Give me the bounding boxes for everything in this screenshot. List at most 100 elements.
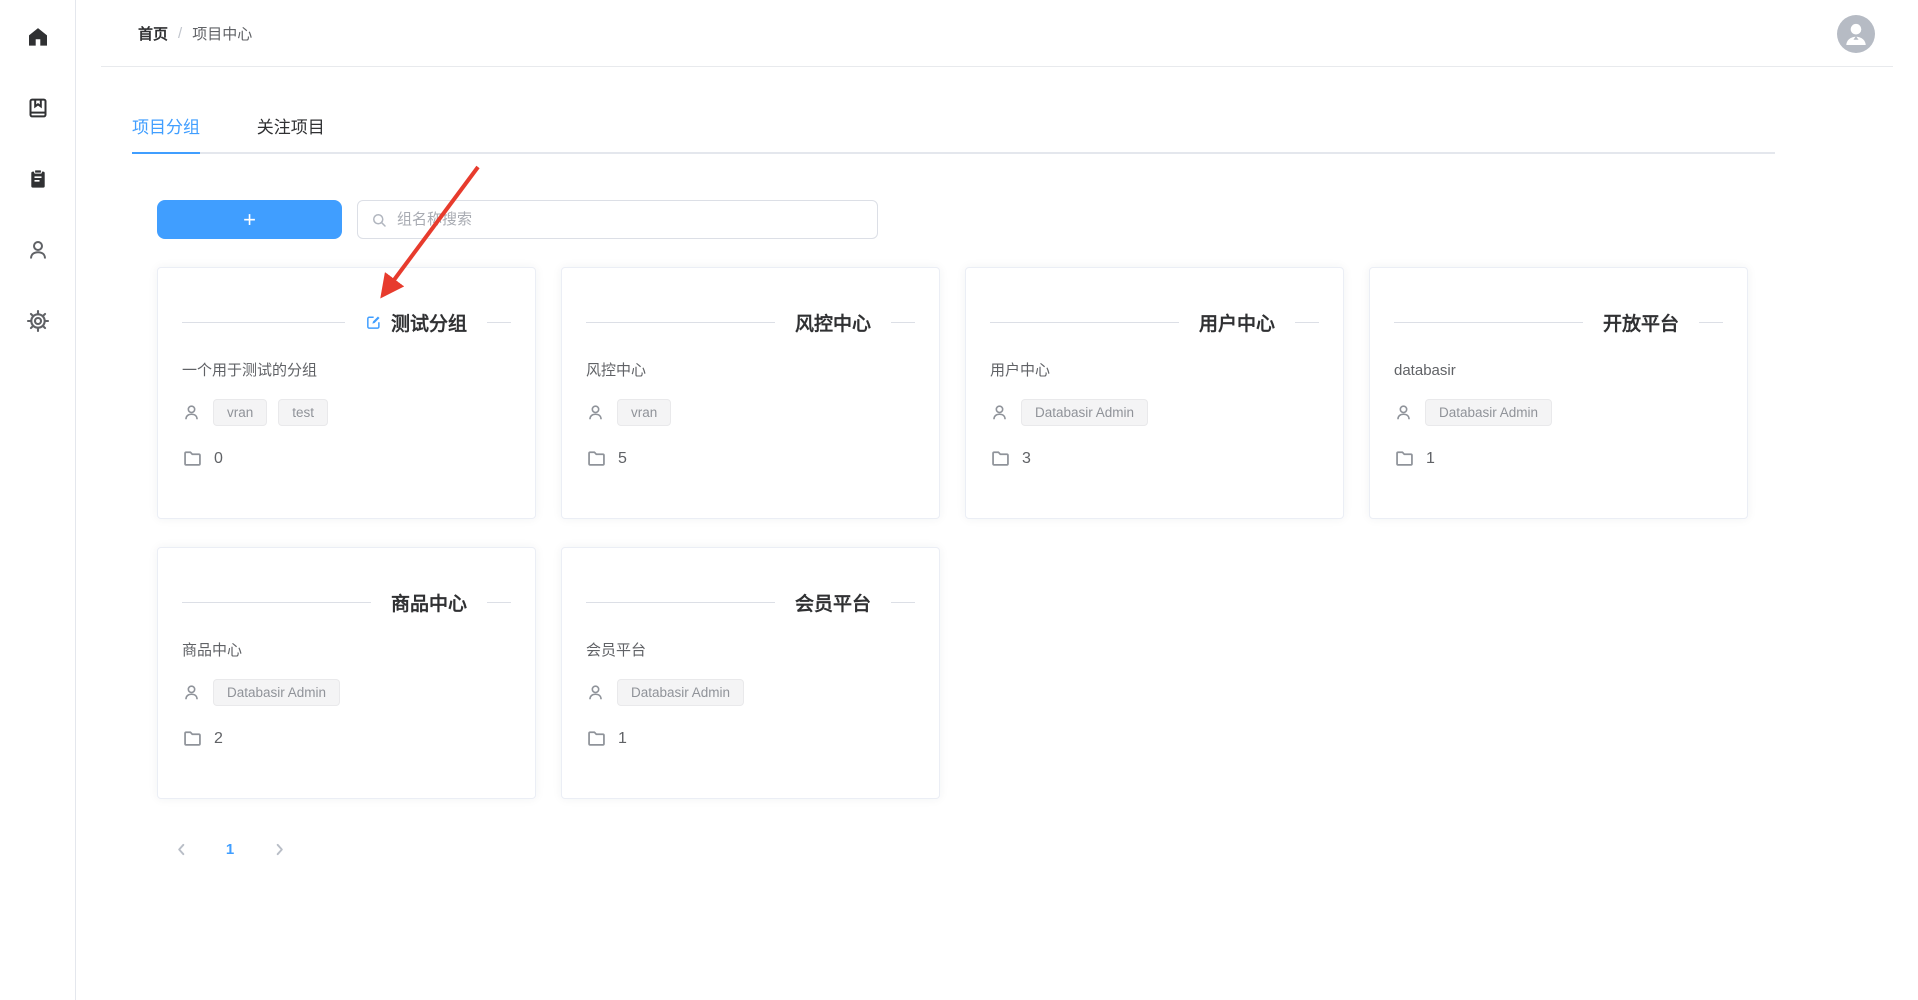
member-row: Databasir Admin: [586, 678, 915, 706]
title-divider-left: [182, 602, 371, 603]
title-divider-left: [182, 322, 345, 323]
member-row: vran: [586, 398, 915, 426]
pagination-next-button[interactable]: [263, 833, 295, 865]
group-description: 商品中心: [182, 640, 511, 662]
search-icon: [370, 211, 388, 229]
members-icon: [586, 403, 605, 422]
folder-icon: [182, 448, 203, 469]
breadcrumb-current: 项目中心: [192, 23, 252, 44]
folder-icon: [990, 448, 1011, 469]
group-description: 用户中心: [990, 360, 1319, 382]
group-name: 开放平台: [1603, 309, 1679, 336]
group-title-row: 开放平台: [1394, 308, 1723, 336]
edit-group-icon[interactable]: [365, 314, 382, 331]
project-count-row: 2: [182, 728, 511, 749]
project-count: 3: [1022, 450, 1031, 468]
member-row: Databasir Admin: [182, 678, 511, 706]
title-divider-right: [891, 602, 915, 603]
sidebar-item-docs[interactable]: [25, 95, 51, 121]
member-tag: test: [278, 399, 328, 426]
group-title-row: 会员平台: [586, 588, 915, 616]
group-title-row: 风控中心: [586, 308, 915, 336]
title-divider-right: [487, 602, 511, 603]
toolbar: +: [157, 200, 1918, 239]
group-name: 会员平台: [795, 589, 871, 616]
sidebar: [0, 0, 76, 1000]
breadcrumb: 首页 / 项目中心: [138, 23, 252, 44]
breadcrumb-separator: /: [178, 25, 182, 42]
search-box: [357, 200, 878, 239]
sidebar-item-settings[interactable]: [25, 308, 51, 334]
members-icon: [990, 403, 1009, 422]
folder-icon: [1394, 448, 1415, 469]
clipboard-icon: [26, 167, 50, 191]
app-header: 首页 / 项目中心: [77, 0, 1918, 67]
project-count: 1: [1426, 450, 1435, 468]
project-group-card[interactable]: 测试分组 一个用于测试的分组 vrantest 0: [157, 267, 536, 519]
group-description: 风控中心: [586, 360, 915, 382]
main-content: 首页 / 项目中心 项目分组 关注项目 +: [77, 0, 1918, 865]
sidebar-item-projects[interactable]: [25, 166, 51, 192]
pagination-prev-button[interactable]: [165, 833, 197, 865]
search-input[interactable]: [397, 211, 865, 228]
project-count-row: 3: [990, 448, 1319, 469]
member-tag: Databasir Admin: [1425, 399, 1552, 426]
chevron-left-icon: [174, 842, 189, 857]
member-tag: Databasir Admin: [1021, 399, 1148, 426]
project-count-row: 0: [182, 448, 511, 469]
group-name: 用户中心: [1199, 309, 1275, 336]
chevron-right-icon: [272, 842, 287, 857]
title-divider-right: [1295, 322, 1319, 323]
group-description: 会员平台: [586, 640, 915, 662]
add-group-button[interactable]: +: [157, 200, 342, 239]
project-group-card[interactable]: 风控中心 风控中心 vran 5: [561, 267, 940, 519]
project-group-grid: 测试分组 一个用于测试的分组 vrantest 0: [157, 267, 1748, 799]
group-name: 商品中心: [391, 589, 467, 616]
tab-followed-projects[interactable]: 关注项目: [257, 117, 325, 152]
folder-icon: [586, 448, 607, 469]
user-icon: [26, 238, 50, 262]
title-divider-left: [586, 602, 775, 603]
member-row: Databasir Admin: [990, 398, 1319, 426]
project-group-card[interactable]: 商品中心 商品中心 Databasir Admin 2: [157, 547, 536, 799]
project-group-card[interactable]: 会员平台 会员平台 Databasir Admin 1: [561, 547, 940, 799]
project-count: 2: [214, 730, 223, 748]
group-title-row: 用户中心: [990, 308, 1319, 336]
folder-icon: [182, 728, 203, 749]
member-tags: Databasir Admin: [1425, 399, 1552, 426]
members-icon: [182, 683, 201, 702]
pagination-page-1[interactable]: 1: [214, 841, 246, 858]
member-tag: Databasir Admin: [617, 679, 744, 706]
member-tags: Databasir Admin: [213, 679, 340, 706]
group-title-row: 测试分组: [182, 308, 511, 336]
member-tags: vrantest: [213, 399, 328, 426]
book-icon: [26, 96, 50, 120]
members-icon: [586, 683, 605, 702]
project-count-row: 1: [586, 728, 915, 749]
sidebar-item-home[interactable]: [25, 24, 51, 50]
project-group-card[interactable]: 用户中心 用户中心 Databasir Admin 3: [965, 267, 1344, 519]
sidebar-item-user[interactable]: [25, 237, 51, 263]
tabs-bar: 项目分组 关注项目: [132, 117, 1775, 154]
tab-project-groups[interactable]: 项目分组: [132, 117, 200, 154]
member-row: Databasir Admin: [1394, 398, 1723, 426]
user-avatar[interactable]: [1837, 15, 1875, 53]
project-group-card[interactable]: 开放平台 databasir Databasir Admin 1: [1369, 267, 1748, 519]
title-divider-left: [990, 322, 1179, 323]
title-divider-right: [891, 322, 915, 323]
breadcrumb-home[interactable]: 首页: [138, 23, 168, 44]
avatar-person-icon: [1837, 15, 1875, 53]
home-icon: [26, 25, 50, 49]
member-tags: Databasir Admin: [1021, 399, 1148, 426]
project-count: 1: [618, 730, 627, 748]
members-icon: [182, 403, 201, 422]
title-divider-left: [586, 322, 775, 323]
member-tags: Databasir Admin: [617, 679, 744, 706]
group-description: 一个用于测试的分组: [182, 360, 511, 382]
folder-icon: [586, 728, 607, 749]
pagination: 1: [165, 833, 1918, 865]
project-count-row: 1: [1394, 448, 1723, 469]
title-divider-right: [487, 322, 511, 323]
project-count-row: 5: [586, 448, 915, 469]
members-icon: [1394, 403, 1413, 422]
